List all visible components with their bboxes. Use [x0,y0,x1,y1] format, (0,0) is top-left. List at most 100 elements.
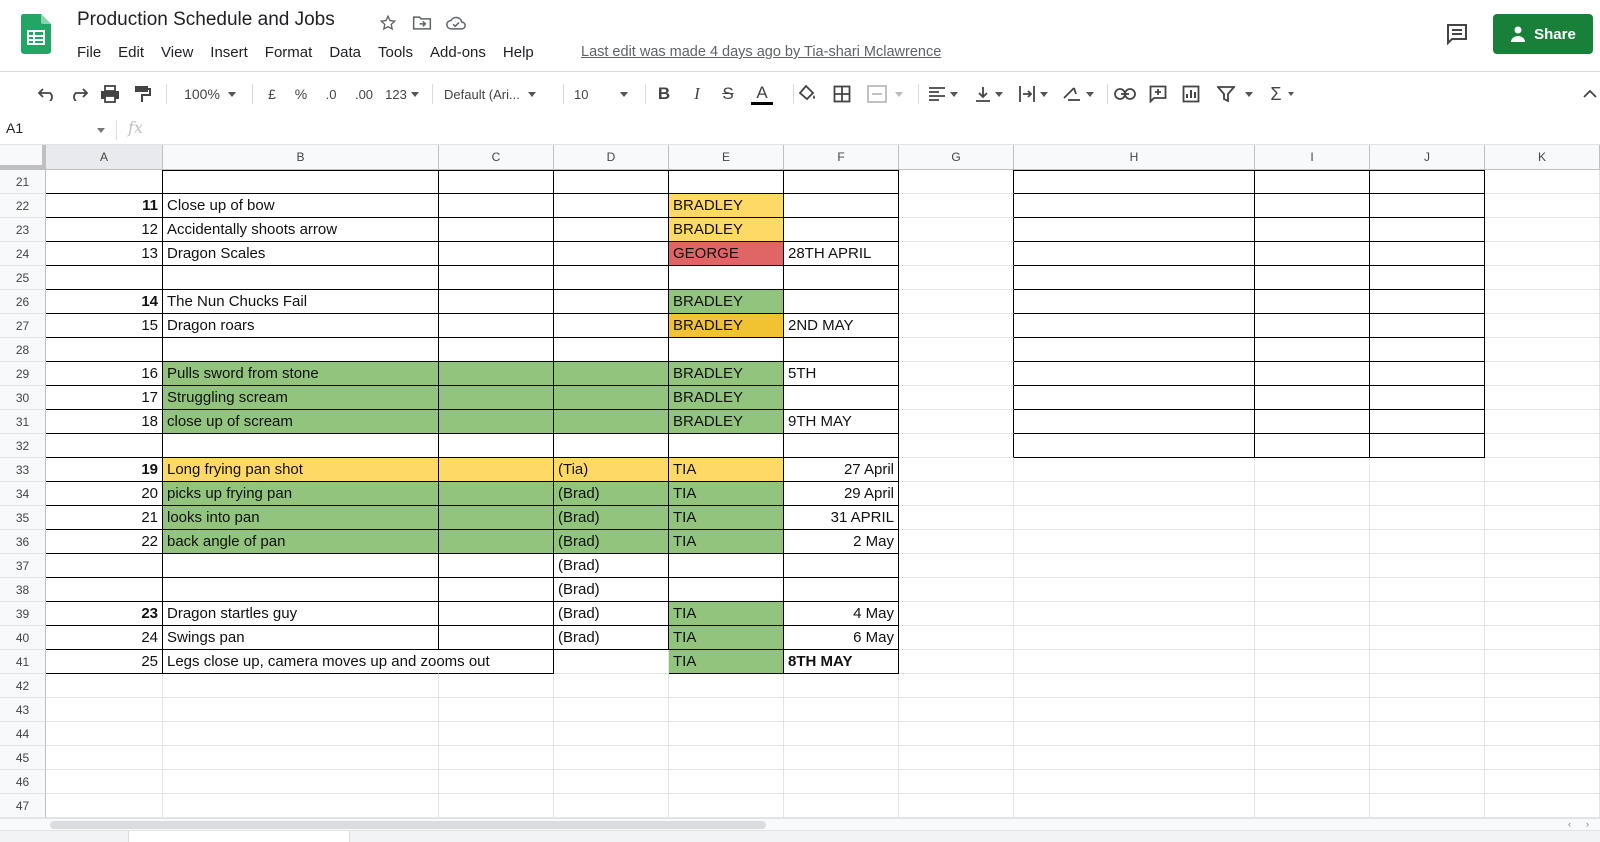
menu-view[interactable]: View [161,42,193,63]
cell-k[interactable] [1485,434,1600,458]
cell-i[interactable] [1255,578,1370,602]
cell-i[interactable] [1255,770,1370,794]
name-box[interactable]: A1 [6,120,23,136]
cell-k[interactable] [1485,698,1600,722]
cell-g[interactable] [899,170,1014,194]
cell-f[interactable] [784,266,899,290]
cell-e[interactable]: TIA [669,482,784,506]
cell-k[interactable] [1485,266,1600,290]
cell-b[interactable] [163,746,439,770]
menu-file[interactable]: File [77,42,101,63]
italic-icon[interactable]: I [685,72,709,116]
cell-g[interactable] [899,506,1014,530]
cell-e[interactable] [669,698,784,722]
cell-b[interactable]: Close up of bow [163,194,439,218]
cell-g[interactable] [899,578,1014,602]
cell-i[interactable] [1255,338,1370,362]
cell-j[interactable] [1370,770,1485,794]
cell-g[interactable] [899,314,1014,338]
cell-i[interactable] [1255,194,1370,218]
cell-c[interactable] [439,194,554,218]
cell-c[interactable] [439,530,554,554]
cell-e[interactable] [669,578,784,602]
cell-c[interactable] [439,626,554,650]
formula-input[interactable] [160,116,1590,144]
cell-e[interactable]: TIA [669,530,784,554]
row-header[interactable]: 46 [0,770,46,794]
cell-d[interactable] [554,362,669,386]
cell-g[interactable] [899,338,1014,362]
cell-g[interactable] [899,482,1014,506]
cell-e[interactable]: TIA [669,458,784,482]
cell-j[interactable] [1370,362,1485,386]
cell-e[interactable] [669,674,784,698]
cell-e[interactable] [669,170,784,194]
cell-f[interactable]: 6 May [784,626,899,650]
cell-a[interactable] [46,170,163,194]
cell-f[interactable] [784,386,899,410]
cell-g[interactable] [899,362,1014,386]
cell-e[interactable] [669,266,784,290]
cell-k[interactable] [1485,242,1600,266]
cell-j[interactable] [1370,410,1485,434]
cell-e[interactable]: TIA [669,602,784,626]
cell-d[interactable] [554,314,669,338]
text-wrapping-icon[interactable] [1014,72,1052,116]
cell-b[interactable]: The Nun Chucks Fail [163,290,439,314]
cell-a[interactable] [46,674,163,698]
cell-h[interactable] [1014,770,1255,794]
row-header[interactable]: 41 [0,650,46,674]
cell-c[interactable] [439,602,554,626]
cell-f[interactable]: 31 APRIL [784,506,899,530]
cell-g[interactable] [899,458,1014,482]
row-header[interactable]: 36 [0,530,46,554]
cell-j[interactable] [1370,506,1485,530]
cell-h[interactable] [1014,674,1255,698]
cell-a[interactable]: 13 [46,242,163,266]
menu-addons[interactable]: Add-ons [430,42,486,63]
cell-b[interactable] [163,338,439,362]
cell-k[interactable] [1485,530,1600,554]
cell-h[interactable] [1014,362,1255,386]
cell-h[interactable] [1014,794,1255,818]
share-button[interactable]: Share [1493,14,1593,54]
row-header[interactable]: 25 [0,266,46,290]
cell-b[interactable]: Pulls sword from stone [163,362,439,386]
text-rotation-icon[interactable] [1058,72,1098,116]
cell-d[interactable] [554,794,669,818]
cell-j[interactable] [1370,314,1485,338]
cell-j[interactable] [1370,434,1485,458]
cell-c[interactable] [439,290,554,314]
cell-d[interactable] [554,386,669,410]
cell-j[interactable] [1370,458,1485,482]
cell-k[interactable] [1485,410,1600,434]
cell-b[interactable]: looks into pan [163,506,439,530]
cell-i[interactable] [1255,554,1370,578]
cell-e[interactable] [669,338,784,362]
cell-c[interactable] [439,674,554,698]
cell-k[interactable] [1485,194,1600,218]
cell-c[interactable] [439,266,554,290]
cell-c[interactable] [439,218,554,242]
cell-j[interactable] [1370,530,1485,554]
cell-i[interactable] [1255,290,1370,314]
cell-b[interactable]: Swings pan [163,626,439,650]
cell-j[interactable] [1370,194,1485,218]
cell-h[interactable] [1014,626,1255,650]
cell-e[interactable] [669,434,784,458]
cell-d[interactable] [554,770,669,794]
cell-g[interactable] [899,650,1014,674]
cell-f[interactable]: 8TH MAY [784,650,899,674]
cell-g[interactable] [899,674,1014,698]
cell-j[interactable] [1370,746,1485,770]
cell-h[interactable] [1014,482,1255,506]
row-header[interactable]: 23 [0,218,46,242]
cell-d[interactable]: (Brad) [554,530,669,554]
cell-c[interactable] [439,746,554,770]
cell-f[interactable] [784,338,899,362]
cell-j[interactable] [1370,170,1485,194]
cell-f[interactable] [784,578,899,602]
column-header-k[interactable]: K [1485,145,1600,169]
cell-a[interactable]: 17 [46,386,163,410]
cell-a[interactable]: 20 [46,482,163,506]
